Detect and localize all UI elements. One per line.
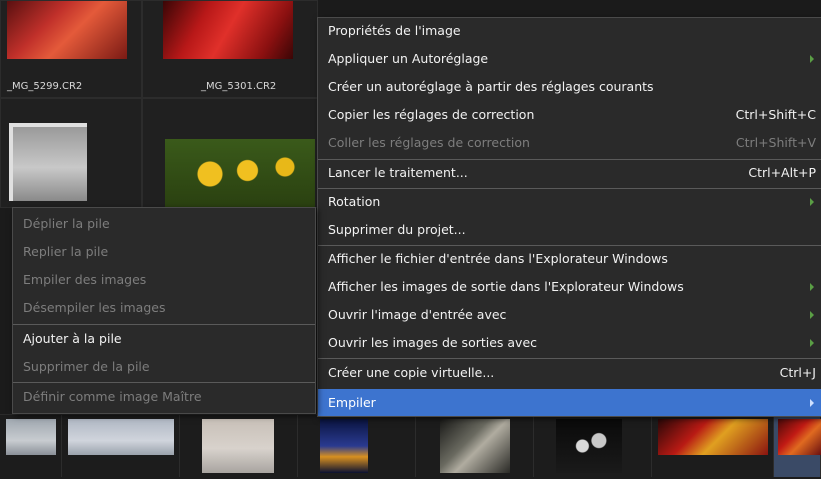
thumbnail-image <box>165 139 315 209</box>
context-menu: Propriétés de l'image Appliquer un Autor… <box>317 17 821 417</box>
submenu-item-unstack-images[interactable]: Désempiler les images <box>13 296 315 319</box>
filmstrip-cell[interactable] <box>652 415 774 477</box>
thumbnail-image <box>440 419 510 473</box>
thumbnail-filename: _MG_5299.CR2 <box>7 81 83 92</box>
submenu-arrow-icon <box>810 339 814 347</box>
submenu-item-remove-from-stack[interactable]: Supprimer de la pile <box>13 355 315 378</box>
menu-item-virtual-copy[interactable]: Créer une copie virtuelle... Ctrl+J <box>318 361 821 384</box>
menu-separator <box>318 358 821 359</box>
menu-separator <box>13 382 315 383</box>
thumbnail-cell[interactable]: _MG_5299.CR2 <box>0 0 142 98</box>
submenu-item-set-master[interactable]: Définir comme image Maître <box>13 385 315 408</box>
menu-item-open-input-with[interactable]: Ouvrir l'image d'entrée avec <box>318 303 821 326</box>
submenu-item-add-to-stack[interactable]: Ajouter à la pile <box>13 327 315 350</box>
shortcut-label: Ctrl+Alt+P <box>748 165 816 180</box>
submenu-arrow-icon <box>810 55 814 63</box>
menu-item-image-properties[interactable]: Propriétés de l'image <box>318 19 821 42</box>
thumbnail-image <box>320 419 368 473</box>
menu-separator <box>318 159 821 160</box>
thumbnail-image <box>7 1 127 59</box>
menu-item-show-input-file[interactable]: Afficher le fichier d'entrée dans l'Expl… <box>318 247 821 270</box>
submenu-arrow-icon <box>810 311 814 319</box>
submenu-arrow-icon <box>810 283 814 291</box>
menu-item-remove-from-project[interactable]: Supprimer du projet... <box>318 218 821 241</box>
menu-item-rotation[interactable]: Rotation <box>318 190 821 213</box>
filmstrip-cell[interactable] <box>416 415 534 477</box>
thumbnail-cell[interactable]: _MG_5301.CR2 <box>142 0 318 98</box>
thumbnail-image <box>778 419 821 455</box>
shortcut-label: Ctrl+Shift+V <box>735 135 816 150</box>
submenu-arrow-icon <box>810 198 814 206</box>
filmstrip-cell[interactable] <box>298 415 416 477</box>
thumbnail-cell[interactable]: ✔ <box>0 98 142 223</box>
menu-separator <box>13 324 315 325</box>
menu-item-open-output-with[interactable]: Ouvrir les images de sorties avec <box>318 331 821 354</box>
menu-item-launch-processing[interactable]: Lancer le traitement... Ctrl+Alt+P <box>318 161 821 184</box>
filmstrip-cell[interactable] <box>180 415 298 477</box>
thumbnail-image <box>9 123 87 201</box>
thumbnail-image <box>68 419 174 455</box>
shortcut-label: Ctrl+Shift+C <box>735 107 816 122</box>
submenu-arrow-icon <box>810 399 814 407</box>
menu-item-show-output-images[interactable]: Afficher les images de sortie dans l'Exp… <box>318 275 821 298</box>
thumbnail-image <box>556 419 622 473</box>
menu-item-paste-settings[interactable]: Coller les réglages de correction Ctrl+Sh… <box>318 131 821 154</box>
thumbnail-image <box>163 1 293 59</box>
filmstrip <box>0 414 821 479</box>
menu-item-copy-settings[interactable]: Copier les réglages de correction Ctrl+Sh… <box>318 103 821 126</box>
submenu-item-stack-images[interactable]: Empiler des images <box>13 268 315 291</box>
thumbnail-image <box>6 419 56 455</box>
filmstrip-cell[interactable] <box>534 415 652 477</box>
submenu-item-collapse-stack[interactable]: Replier la pile <box>13 240 315 263</box>
thumbnail-cell[interactable] <box>142 98 318 209</box>
menu-item-create-autoadjust[interactable]: Créer un autoréglage à partir des réglag… <box>318 75 821 98</box>
thumbnail-image <box>658 419 768 455</box>
menu-item-stack[interactable]: Empiler <box>318 389 821 416</box>
filmstrip-cell[interactable] <box>774 415 821 477</box>
submenu-item-expand-stack[interactable]: Déplier la pile <box>13 212 315 235</box>
filmstrip-cell[interactable] <box>0 415 62 477</box>
thumbnail-image <box>202 419 274 473</box>
shortcut-label: Ctrl+J <box>779 365 816 380</box>
menu-item-apply-autoadjust[interactable]: Appliquer un Autoréglage <box>318 47 821 70</box>
filmstrip-cell[interactable] <box>62 415 180 477</box>
menu-separator <box>318 245 821 246</box>
thumbnail-filename: _MG_5301.CR2 <box>201 81 277 92</box>
menu-separator <box>318 188 821 189</box>
stack-submenu: Déplier la pile Replier la pile Empiler … <box>12 207 316 414</box>
